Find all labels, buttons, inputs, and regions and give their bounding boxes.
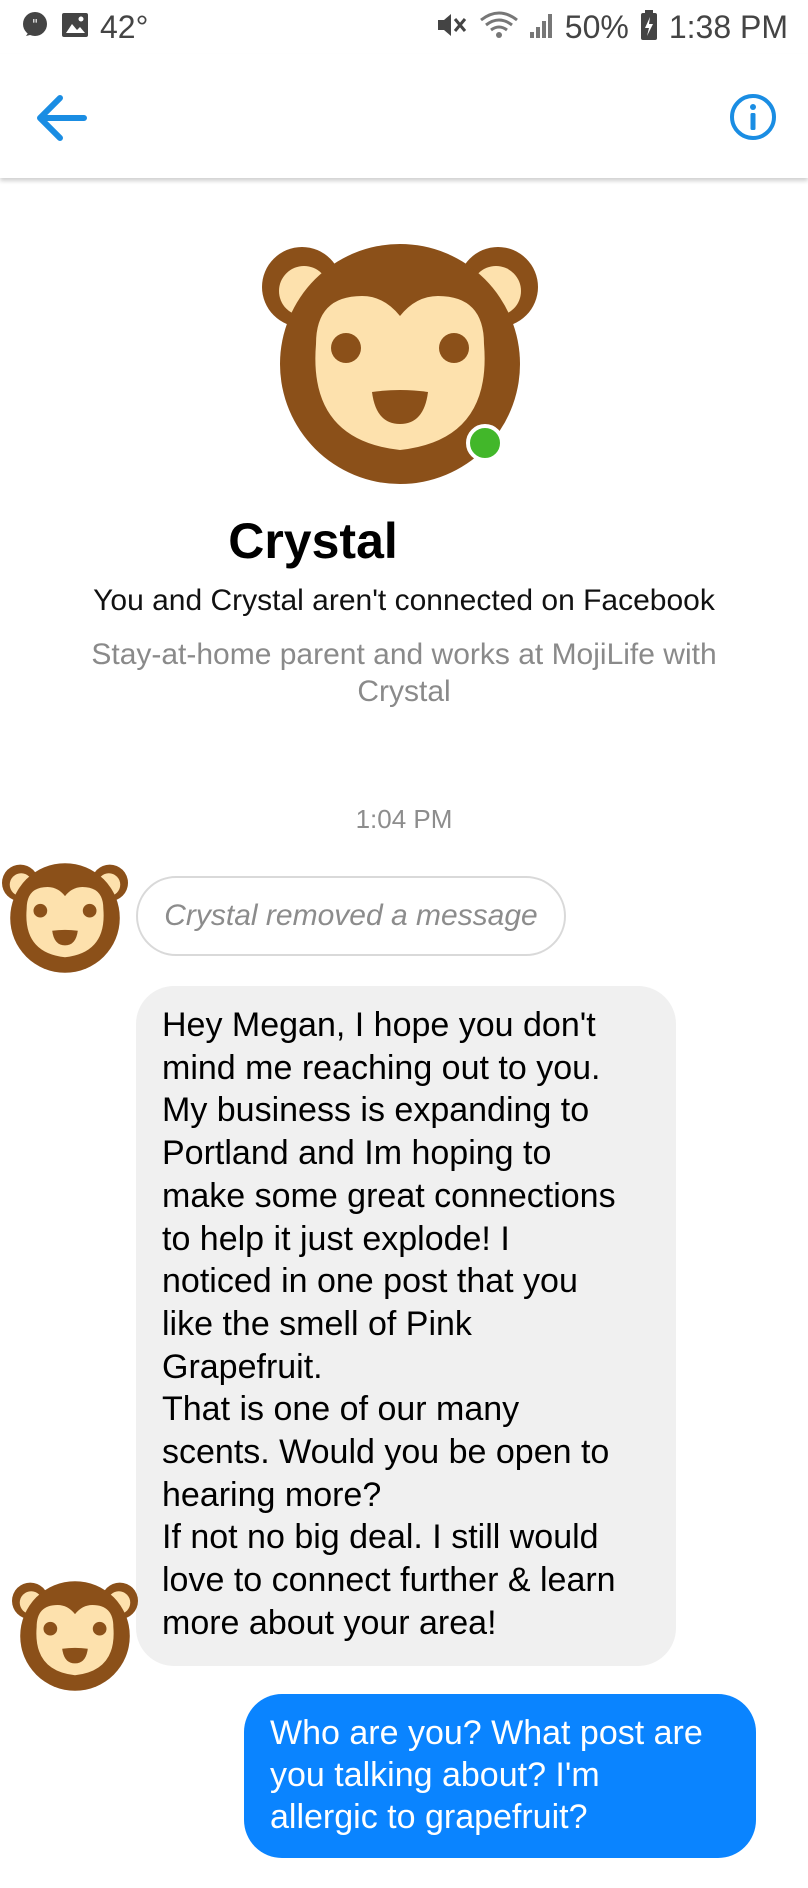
wifi-icon: [479, 10, 519, 45]
status-bar: " 42° 50% 1:38 PM: [0, 0, 808, 54]
status-bar-left: " 42°: [20, 8, 148, 46]
incoming-message-bubble[interactable]: Hey Megan, I hope you don't mind me reac…: [136, 986, 676, 1666]
chat-notification-icon: ": [20, 10, 50, 45]
battery-icon: [639, 9, 659, 46]
back-button[interactable]: [30, 88, 94, 148]
svg-text:": ": [32, 18, 38, 33]
signal-icon: [529, 10, 555, 45]
battery-percent-text: 50%: [564, 8, 629, 45]
arrow-left-icon: [37, 95, 87, 141]
conversation-header: [0, 54, 808, 178]
image-notification-icon: [60, 10, 90, 45]
status-bar-right: 50% 1:38 PM: [435, 8, 788, 46]
profile-details: Stay-at-home parent and works at MojiLif…: [91, 638, 717, 708]
clock-text: 1:38 PM: [668, 8, 788, 45]
sender-avatar[interactable]: [2, 862, 128, 974]
mute-icon: [435, 10, 469, 45]
outgoing-message-bubble[interactable]: Who are you? What post are you talking a…: [244, 1694, 756, 1858]
temperature-text: 42°: [100, 8, 149, 45]
profile-name: Crystal: [228, 513, 398, 569]
monkey-avatar-icon: [12, 1581, 138, 1691]
monkey-avatar-icon: [2, 863, 128, 973]
message-timestamp: 1:04 PM: [355, 804, 453, 834]
removed-message-notice: Crystal removed a message: [136, 876, 566, 956]
online-status-indicator: [466, 424, 504, 462]
info-icon: [730, 94, 776, 140]
info-button[interactable]: [728, 92, 778, 142]
sender-avatar[interactable]: [12, 1580, 138, 1692]
connection-note: You and Crystal aren't connected on Face…: [93, 584, 715, 617]
